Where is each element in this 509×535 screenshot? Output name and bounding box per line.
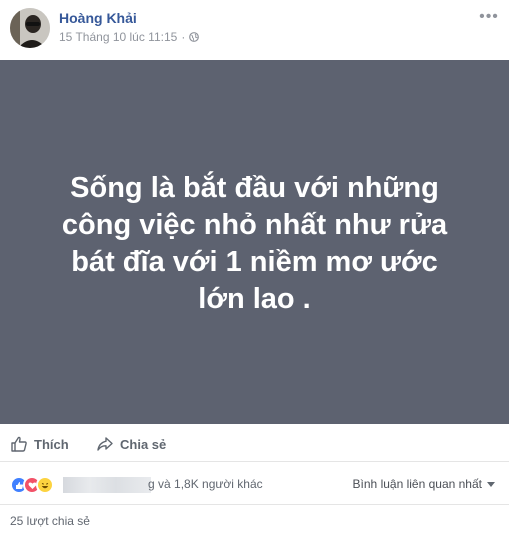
post-timestamp[interactable]: 15 Tháng 10 lúc 11:15	[59, 30, 177, 44]
sort-label: Bình luận liên quan nhất	[352, 477, 482, 491]
post-actions: Thích Chia sẻ	[0, 426, 509, 462]
post-content-card: Sống là bắt đầu với những công việc nhỏ …	[0, 60, 509, 424]
post-header: Hoàng Khải 15 Tháng 10 lúc 11:15 · •••	[0, 0, 509, 56]
reactions-bar: g và 1,8K người khác Bình luận liên quan…	[0, 463, 509, 505]
like-label: Thích	[34, 436, 69, 452]
share-count[interactable]: 25 lượt chia sẻ	[10, 514, 90, 528]
author-name[interactable]: Hoàng Khải	[59, 10, 137, 26]
share-label: Chia sẻ	[120, 436, 167, 452]
globe-icon[interactable]	[189, 32, 200, 42]
avatar-image	[10, 8, 50, 48]
reaction-icons[interactable]	[10, 476, 54, 494]
share-arrow-icon	[97, 437, 113, 451]
comment-sort-dropdown[interactable]: Bình luận liên quan nhất	[353, 477, 495, 491]
reaction-summary[interactable]: g và 1,8K người khác	[148, 477, 263, 491]
share-button[interactable]: Chia sẻ	[96, 433, 166, 455]
post-text: Sống là bắt đầu với những công việc nhỏ …	[61, 172, 448, 315]
caret-down-icon	[487, 481, 495, 487]
redacted-names	[63, 477, 151, 493]
thumbs-up-icon	[11, 436, 27, 452]
separator-dot: ·	[181, 30, 186, 44]
avatar[interactable]	[10, 8, 50, 48]
like-button[interactable]: Thích	[10, 433, 69, 455]
more-options-icon[interactable]: •••	[479, 8, 499, 26]
haha-icon	[36, 476, 54, 494]
post-meta: 15 Tháng 10 lúc 11:15 ·	[59, 30, 200, 44]
